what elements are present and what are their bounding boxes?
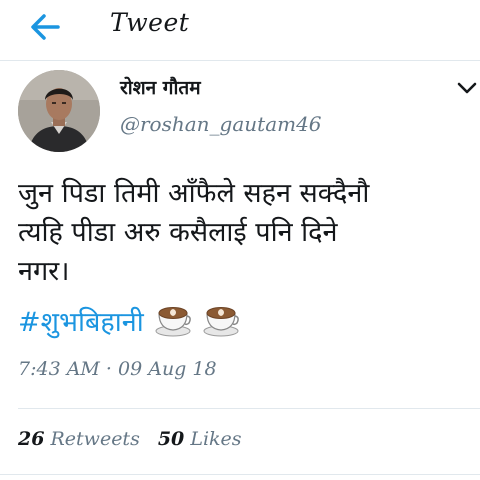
- user-handle[interactable]: @roshan_gautam46: [120, 112, 322, 136]
- header-divider: [0, 60, 480, 61]
- page-title: Tweet: [110, 8, 190, 37]
- tweet-stats: 26 Retweets 50 Likes: [18, 428, 242, 450]
- chevron-down-icon[interactable]: [456, 80, 478, 96]
- avatar-photo: [18, 70, 100, 152]
- user-display-name[interactable]: रोशन गौतम: [120, 74, 201, 100]
- tweet-line: त्यहि पीडा अरु कसैलाई पनि दिने: [18, 217, 338, 248]
- top-bar: Tweet: [0, 0, 480, 56]
- likes-link[interactable]: 50 Likes: [158, 428, 242, 450]
- stats-divider: [18, 408, 480, 409]
- bottom-divider: [0, 474, 480, 475]
- coffee-icon: [155, 307, 191, 337]
- likes-label: Likes: [190, 428, 242, 450]
- likes-count: 50: [157, 428, 185, 450]
- hashtag-link[interactable]: #शुभबिहानी: [18, 302, 144, 339]
- retweets-label: Retweets: [50, 428, 140, 450]
- retweets-link[interactable]: 26 Retweets: [18, 428, 140, 450]
- tweet-timestamp: 7:43 AM · 09 Aug 18: [18, 358, 217, 380]
- avatar[interactable]: [18, 70, 100, 152]
- back-arrow-icon[interactable]: [28, 10, 64, 44]
- tweet-line: जुन पिडा तिमी आँफैले सहन सक्दैनौ: [18, 178, 370, 209]
- hashtag-row: #शुभबिहानी: [18, 301, 240, 339]
- tweet-line: नगर।: [18, 256, 70, 287]
- retweets-count: 26: [18, 428, 45, 450]
- coffee-icon: [203, 307, 239, 337]
- tweet-body: जुन पिडा तिमी आँफैले सहन सक्दैनौ त्यहि प…: [18, 174, 468, 291]
